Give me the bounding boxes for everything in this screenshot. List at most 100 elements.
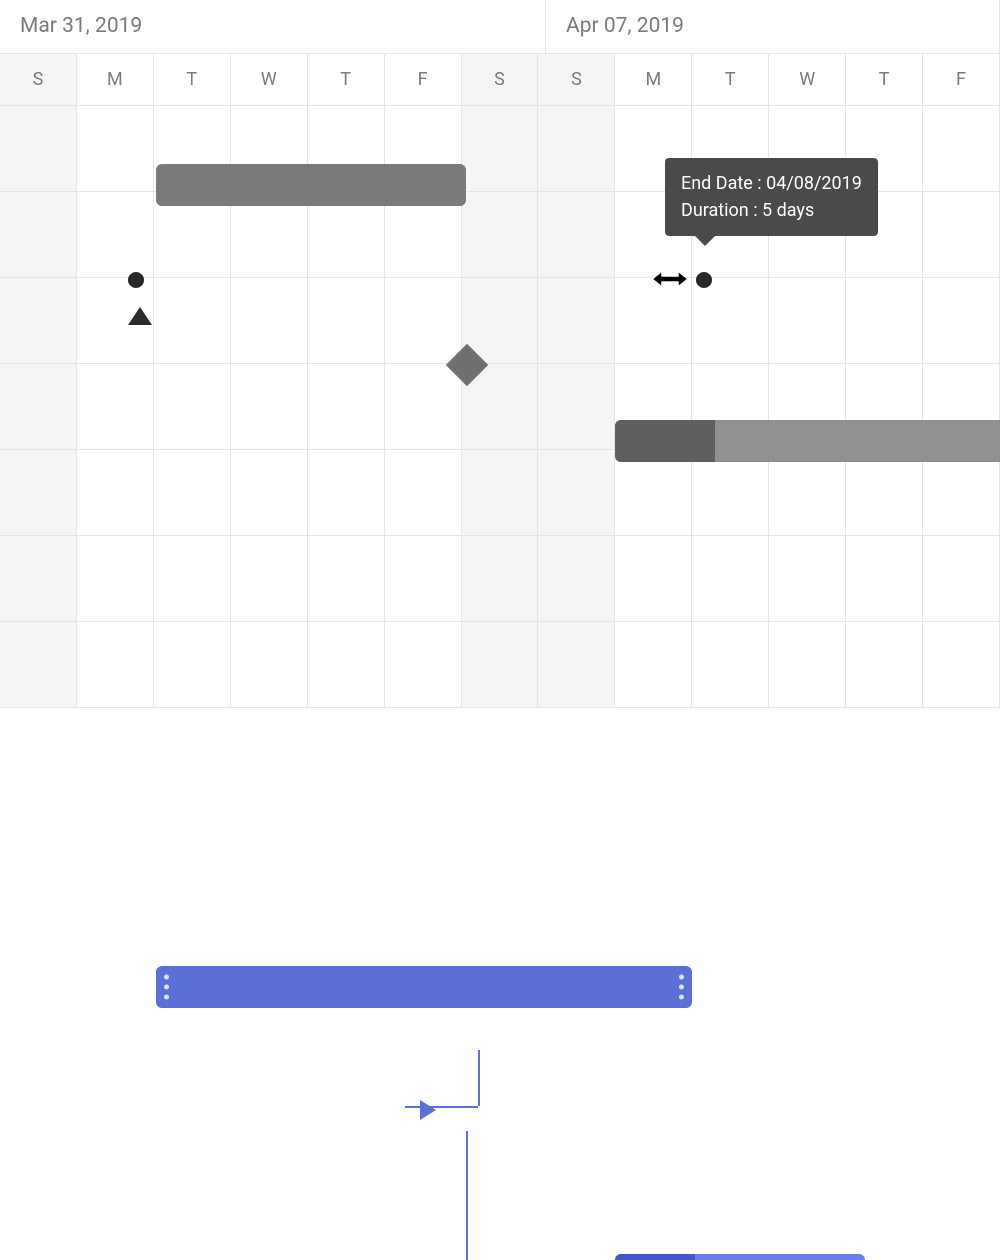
day-header: S: [462, 54, 539, 105]
grid-cell[interactable]: [0, 450, 77, 535]
grid-cell[interactable]: [0, 622, 77, 707]
grid-cell[interactable]: [538, 278, 615, 363]
grid-cell[interactable]: [615, 536, 692, 621]
day-header: T: [692, 54, 769, 105]
gantt-chart: Mar 31, 2019 Apr 07, 2019 SMTWTFSSMTWTF …: [0, 0, 1000, 630]
grid-cell[interactable]: [0, 106, 77, 191]
day-header: W: [231, 54, 308, 105]
grid-cell[interactable]: [77, 622, 154, 707]
day-header: F: [923, 54, 1000, 105]
grid-cell[interactable]: [308, 622, 385, 707]
grid-cell[interactable]: [462, 106, 539, 191]
grid-row: [0, 450, 1000, 536]
week-header-row: Mar 31, 2019 Apr 07, 2019: [0, 0, 1000, 54]
grid-cell[interactable]: [923, 106, 1000, 191]
grid-cell[interactable]: [462, 622, 539, 707]
grid-cell[interactable]: [538, 450, 615, 535]
grid-cell[interactable]: [77, 106, 154, 191]
grid-cell[interactable]: [846, 622, 923, 707]
grid-cell[interactable]: [231, 536, 308, 621]
grid-cell[interactable]: [385, 450, 462, 535]
grid-cell[interactable]: [385, 622, 462, 707]
grid-cell[interactable]: [692, 450, 769, 535]
grid-cell[interactable]: [308, 450, 385, 535]
grid-cell[interactable]: [308, 278, 385, 363]
week-header-2[interactable]: Apr 07, 2019: [546, 0, 1000, 53]
grid-cell[interactable]: [154, 278, 231, 363]
grid-cell[interactable]: [231, 622, 308, 707]
grid-cell[interactable]: [231, 278, 308, 363]
grid-cell[interactable]: [769, 622, 846, 707]
day-header: F: [385, 54, 462, 105]
grid-cell[interactable]: [692, 622, 769, 707]
grid-cell[interactable]: [769, 278, 846, 363]
grid-cell[interactable]: [154, 536, 231, 621]
baseline-start-marker: [128, 272, 144, 288]
resize-handle-right[interactable]: [679, 975, 684, 1000]
grid-cell[interactable]: [538, 364, 615, 449]
tooltip-end-date: End Date : 04/08/2019: [681, 170, 862, 197]
grid-cell[interactable]: [77, 364, 154, 449]
grid-cell[interactable]: [154, 450, 231, 535]
week-header-1[interactable]: Mar 31, 2019: [0, 0, 546, 53]
day-header: M: [77, 54, 154, 105]
task-bar-parent-2[interactable]: [615, 420, 1000, 462]
grid-cell[interactable]: [385, 536, 462, 621]
grid-cell[interactable]: [462, 192, 539, 277]
grid-cell[interactable]: [308, 536, 385, 621]
grid-cell[interactable]: [846, 278, 923, 363]
grid-cell[interactable]: [0, 364, 77, 449]
grid-cell[interactable]: [462, 450, 539, 535]
task-bar-3[interactable]: [615, 1254, 865, 1260]
grid-cell[interactable]: [0, 192, 77, 277]
day-header: M: [615, 54, 692, 105]
day-header: T: [308, 54, 385, 105]
grid-row: [0, 622, 1000, 708]
grid-cell[interactable]: [77, 192, 154, 277]
grid-cell[interactable]: [615, 622, 692, 707]
grid-cell[interactable]: [385, 278, 462, 363]
grid-cell[interactable]: [308, 364, 385, 449]
day-header-row: SMTWTFSSMTWTF: [0, 54, 1000, 106]
day-header: S: [538, 54, 615, 105]
grid-cell[interactable]: [615, 450, 692, 535]
grid-cell[interactable]: [692, 278, 769, 363]
grid-cell[interactable]: [154, 364, 231, 449]
grid-cell[interactable]: [923, 192, 1000, 277]
grid-cell[interactable]: [538, 622, 615, 707]
grid-cell[interactable]: [769, 536, 846, 621]
grid-cell[interactable]: [538, 106, 615, 191]
grid-cell[interactable]: [385, 364, 462, 449]
grid-cell[interactable]: [231, 364, 308, 449]
grid-row: [0, 536, 1000, 622]
grid-cell[interactable]: [923, 278, 1000, 363]
grid-cell[interactable]: [231, 450, 308, 535]
grid-cell[interactable]: [154, 622, 231, 707]
tooltip-duration: Duration : 5 days: [681, 197, 862, 224]
grid-cell[interactable]: [923, 622, 1000, 707]
day-header: W: [769, 54, 846, 105]
grid-cell[interactable]: [0, 536, 77, 621]
grid-cell[interactable]: [846, 536, 923, 621]
grid-cell[interactable]: [0, 278, 77, 363]
grid-cell[interactable]: [846, 450, 923, 535]
day-header: T: [154, 54, 231, 105]
day-header: T: [846, 54, 923, 105]
grid-cell[interactable]: [538, 192, 615, 277]
task-bar-parent-1[interactable]: [156, 164, 466, 206]
task-bar-active[interactable]: [156, 966, 692, 1008]
tooltip: End Date : 04/08/2019 Duration : 5 days: [665, 158, 878, 236]
grid-cell[interactable]: [692, 536, 769, 621]
grid-cell[interactable]: [77, 536, 154, 621]
resize-handle-left[interactable]: [164, 975, 169, 1000]
grid-cell[interactable]: [923, 536, 1000, 621]
grid-cell[interactable]: [462, 536, 539, 621]
grid-cell[interactable]: [615, 278, 692, 363]
day-header: S: [0, 54, 77, 105]
grid-cell[interactable]: [77, 450, 154, 535]
grid-cell[interactable]: [538, 536, 615, 621]
baseline-end-marker: [696, 272, 712, 288]
baseline-triangle-marker: [128, 307, 152, 325]
grid-cell[interactable]: [769, 450, 846, 535]
grid-cell[interactable]: [923, 450, 1000, 535]
